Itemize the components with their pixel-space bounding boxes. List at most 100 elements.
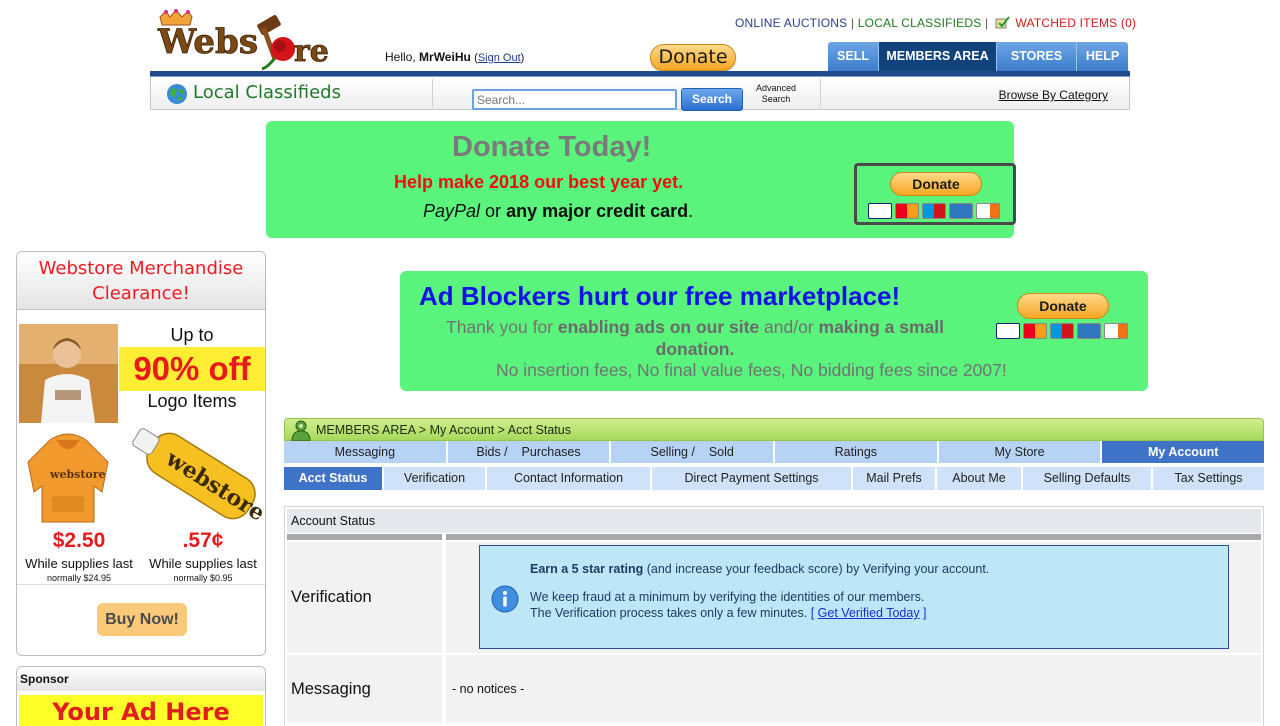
advanced-line: Advanced — [755, 83, 797, 93]
up-to-text: Up to — [170, 325, 214, 345]
tab-messaging[interactable]: Messaging — [284, 441, 448, 463]
hello-prefix: Hello, — [385, 50, 416, 64]
messaging-label: Messaging — [287, 655, 442, 723]
subtab-acct-status[interactable]: Acct Status — [284, 467, 384, 490]
donate-title: Donate Today! — [452, 131, 652, 163]
mastercard-icon — [895, 203, 919, 219]
sign-out-wrap: (Sign Out) — [474, 52, 525, 64]
merch-title-line1: Webstore Merchandise — [38, 258, 244, 279]
subtab-mail-prefs[interactable]: Mail Prefs — [853, 467, 937, 490]
period: . — [688, 201, 694, 221]
main-nav: SELL MEMBERS AREA STORES HELP — [828, 42, 1128, 71]
subtab-direct-payment-settings[interactable]: Direct Payment Settings — [652, 467, 853, 490]
paypal-text: PayPal — [423, 201, 481, 221]
maestro-icon — [1050, 323, 1074, 339]
water-bottle-image[interactable]: webstore — [123, 418, 265, 530]
sign-out-link[interactable]: Sign Out — [478, 52, 521, 64]
maestro-icon — [922, 203, 946, 219]
process-text: The Verification process takes only a fe… — [530, 606, 927, 620]
divider — [820, 79, 821, 107]
advanced-search-link[interactable]: Advanced Search — [749, 83, 803, 105]
your-ad-here-banner[interactable]: Your Ad Here — [19, 695, 263, 726]
divider — [17, 584, 265, 585]
sponsor-header: Sponsor — [17, 667, 265, 691]
table-divider — [287, 534, 442, 540]
verification-notice: Earn a 5 star rating (and increase your … — [479, 545, 1229, 649]
browse-by-category-link[interactable]: Browse By Category — [999, 88, 1108, 102]
subtab-tax-settings[interactable]: Tax Settings — [1153, 467, 1264, 490]
mastercard-icon — [1023, 323, 1047, 339]
bracket: ] — [919, 606, 927, 620]
breadcrumb: MEMBERS AREA > My Account > Acct Status — [316, 423, 571, 437]
amex-icon — [1077, 323, 1101, 339]
separator: | — [850, 16, 855, 30]
members-area-bar: MEMBERS AREA > My Account > Acct Status — [284, 418, 1264, 442]
watched-items-icon — [995, 16, 1010, 29]
search-input[interactable] — [472, 89, 677, 110]
subtab-selling-defaults[interactable]: Selling Defaults — [1023, 467, 1153, 490]
buy-now-button[interactable]: Buy Now! — [97, 603, 187, 636]
no-fees-text: No insertion fees, No final value fees, … — [496, 360, 1007, 380]
model-photo[interactable] — [19, 324, 118, 423]
visa-icon — [996, 323, 1020, 339]
hoodie-price: $2.50 — [52, 529, 106, 552]
logo-items-text: Logo Items — [147, 391, 237, 411]
merchandise-header[interactable]: Webstore Merchandise Clearance! — [17, 252, 265, 310]
merchandise-panel: Webstore Merchandise Clearance! Up to 90… — [16, 251, 266, 656]
or-text: or — [480, 201, 507, 221]
local-classifieds-title[interactable]: Local Classifieds — [193, 82, 341, 103]
search-button[interactable]: Search — [681, 88, 743, 111]
fraud-text: We keep fraud at a minimum by verifying … — [530, 590, 925, 604]
hoodie-image[interactable]: webstore — [20, 430, 116, 525]
bracket: [ — [810, 606, 818, 620]
while-supplies-last: While supplies last — [149, 556, 257, 571]
nav-stores[interactable]: STORES — [997, 42, 1077, 71]
nav-sell[interactable]: SELL — [828, 42, 879, 71]
info-icon — [491, 585, 519, 613]
tab-my-account[interactable]: My Account — [1102, 441, 1265, 463]
top-links: ONLINE AUCTIONS | LOCAL CLASSIFIEDS | WA… — [735, 16, 1136, 30]
ad-blockers-title: Ad Blockers hurt our free marketplace! — [419, 281, 901, 311]
body-text: and/or — [759, 317, 819, 337]
messaging-notices: - no notices - — [446, 655, 1261, 723]
bottle-price: .57¢ — [182, 529, 224, 552]
earn-rating-text: Earn a 5 star rating (and increase your … — [530, 562, 989, 576]
account-status-table: Account Status Verification Earn a 5 sta… — [284, 506, 1264, 726]
globe-icon — [166, 83, 188, 105]
user-greeting: Hello, MrWeiHu (Sign Out) — [385, 50, 524, 64]
subtab-about-me[interactable]: About Me — [937, 467, 1023, 490]
username: MrWeiHu — [419, 50, 471, 64]
amex-icon — [949, 203, 973, 219]
local-classifieds-link[interactable]: LOCAL CLASSIFIEDS — [858, 16, 982, 30]
search-bar: Local Classifieds Search Advanced Search… — [150, 77, 1130, 111]
webstore-logo[interactable]: Webs re — [156, 9, 336, 71]
verification-label: Verification — [287, 542, 442, 653]
separator: | — [985, 16, 989, 30]
while-supplies-last: While supplies last — [25, 556, 133, 571]
merch-title-line2: Clearance! — [92, 283, 190, 304]
body-text: Thank you for — [446, 317, 558, 337]
watched-items-link[interactable]: WATCHED ITEMS (0) — [1015, 16, 1136, 30]
paypal-donate-button[interactable]: Donate — [1017, 293, 1109, 319]
tab-bids-purchases[interactable]: Bids / Purchases — [447, 441, 612, 463]
paypal-donate-button[interactable]: Donate — [890, 172, 982, 196]
earn-rating-bold: Earn a 5 star rating — [530, 562, 644, 576]
online-auctions-link[interactable]: ONLINE AUCTIONS — [735, 16, 847, 30]
member-avatar-icon — [290, 419, 312, 442]
account-main-tabs: Messaging Bids / Purchases Selling / Sol… — [284, 441, 1265, 463]
nav-members-area[interactable]: MEMBERS AREA — [879, 42, 997, 71]
get-verified-link[interactable]: Get Verified Today — [818, 606, 920, 620]
tab-my-store[interactable]: My Store — [938, 441, 1103, 463]
nav-help[interactable]: HELP — [1077, 42, 1128, 71]
donate-subtitle: Help make 2018 our best year yet. — [394, 172, 684, 192]
donate-button-header[interactable]: Donate — [650, 44, 736, 71]
subtab-verification[interactable]: Verification — [384, 467, 487, 490]
svg-text:webstore: webstore — [49, 468, 106, 481]
discover-icon — [1104, 323, 1128, 339]
credit-card-icons — [996, 323, 1128, 339]
subtab-contact-information[interactable]: Contact Information — [487, 467, 652, 490]
tab-selling-sold[interactable]: Selling / Sold — [611, 441, 776, 463]
ad-blockers-banner: Ad Blockers hurt our free marketplace! T… — [400, 271, 1148, 391]
normal-price: normally $0.95 — [173, 573, 233, 583]
tab-ratings[interactable]: Ratings — [775, 441, 939, 463]
